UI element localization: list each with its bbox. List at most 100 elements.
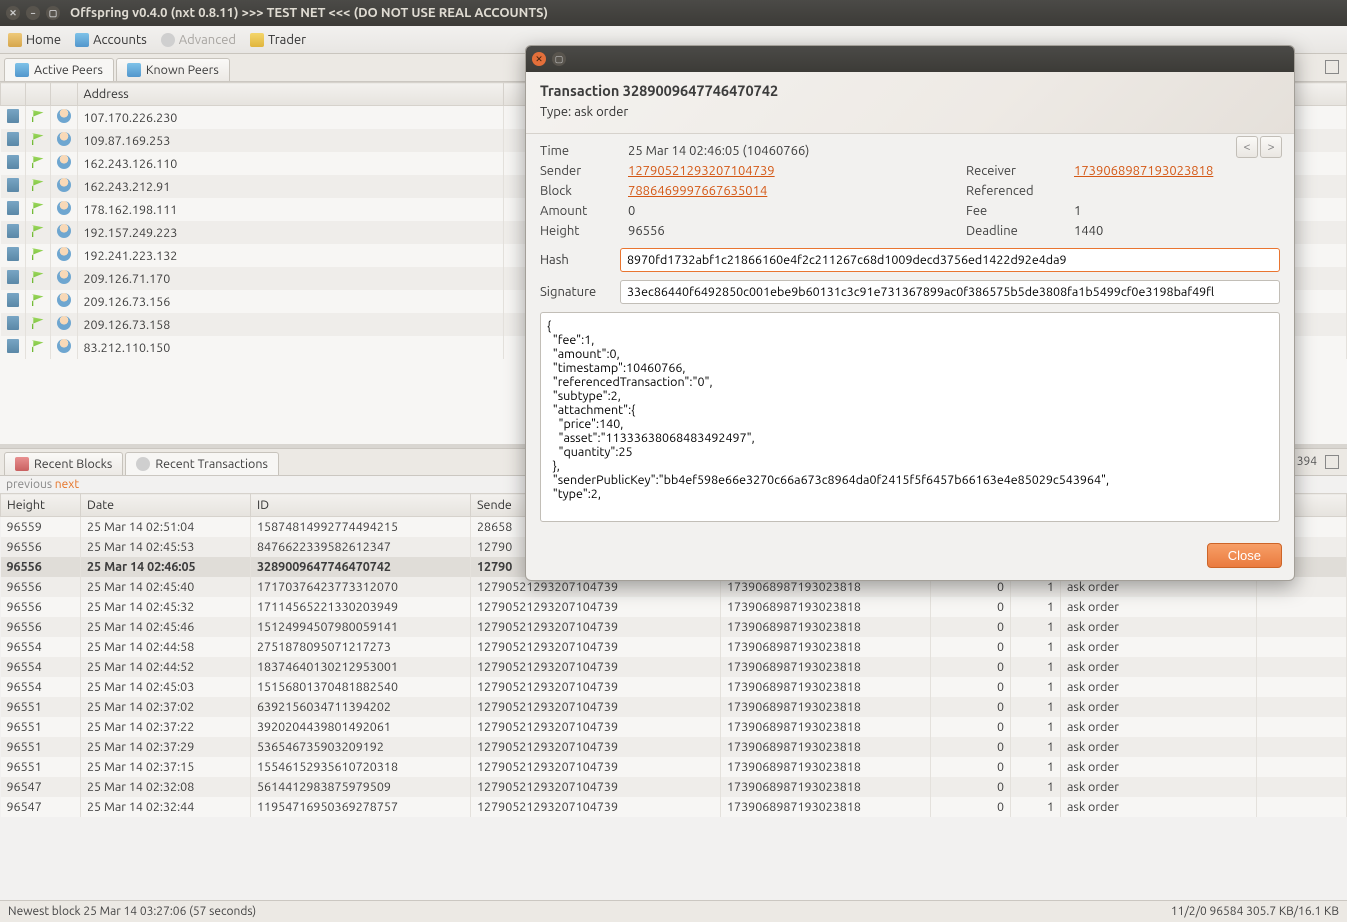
cell-address: 107.170.226.230 [77, 106, 504, 130]
cell-amount: 0 [931, 657, 1011, 677]
panel-detach-icon[interactable] [1325, 60, 1339, 74]
flag-icon[interactable] [32, 294, 44, 306]
pager-next[interactable]: next [55, 478, 79, 491]
cell-id: 15124994507980059141 [251, 617, 471, 637]
close-button[interactable]: Close [1207, 543, 1282, 568]
tab-active-peers[interactable]: Active Peers [4, 58, 114, 81]
label-hash: Hash [540, 253, 620, 267]
dialog-close-icon[interactable]: ✕ [532, 52, 546, 66]
flag-icon[interactable] [32, 202, 44, 214]
flag-icon[interactable] [32, 179, 44, 191]
delete-icon[interactable] [7, 178, 19, 192]
cell-date: 25 Mar 14 02:45:32 [81, 597, 251, 617]
tab-recent-transactions[interactable]: Recent Transactions [125, 452, 279, 475]
trader-button[interactable]: Trader [250, 33, 306, 47]
cell-date: 25 Mar 14 02:45:03 [81, 677, 251, 697]
cell-id: 18374640130212953001 [251, 657, 471, 677]
delete-icon[interactable] [7, 270, 19, 284]
cell-fee: 1 [1011, 637, 1061, 657]
delete-icon[interactable] [7, 109, 19, 123]
pager-previous[interactable]: previous [6, 478, 52, 491]
label-receiver: Receiver [966, 164, 1066, 178]
cell-date: 25 Mar 14 02:37:15 [81, 757, 251, 777]
cell-height: 96556 [1, 557, 81, 577]
col-address[interactable]: Address [77, 83, 504, 106]
table-row[interactable]: 96556 25 Mar 14 02:45:32 171145652213302… [1, 597, 1347, 617]
link-receiver[interactable]: 1739068987193023818 [1074, 164, 1213, 178]
col-date[interactable]: Date [81, 494, 251, 517]
cell-amount: 0 [931, 717, 1011, 737]
table-row[interactable]: 96547 25 Mar 14 02:32:44 119547169503692… [1, 797, 1347, 817]
value-time: 25 Mar 14 02:46:05 (10460766) [628, 144, 958, 158]
person-icon [57, 293, 71, 307]
cell-id: 17170376423773312070 [251, 577, 471, 597]
home-button[interactable]: Home [8, 33, 61, 47]
advanced-button[interactable]: Advanced [161, 33, 236, 47]
cell-height: 96551 [1, 697, 81, 717]
delete-icon[interactable] [7, 316, 19, 330]
window-maximize-icon[interactable]: ▢ [46, 6, 60, 20]
flag-icon[interactable] [32, 340, 44, 352]
tab-recent-blocks[interactable]: Recent Blocks [4, 452, 123, 475]
cell-id: 15546152935610720318 [251, 757, 471, 777]
json-textarea[interactable] [540, 312, 1280, 522]
cell-sender: 12790521293207104739 [471, 797, 721, 817]
table-row[interactable]: 96551 25 Mar 14 02:37:29 536546735903209… [1, 737, 1347, 757]
cell-receiver: 1739068987193023818 [721, 797, 931, 817]
cell-receiver: 1739068987193023818 [721, 597, 931, 617]
cell-sender: 12790521293207104739 [471, 777, 721, 797]
cell-date: 25 Mar 14 02:32:44 [81, 797, 251, 817]
table-row[interactable]: 96551 25 Mar 14 02:37:02 639215603471139… [1, 697, 1347, 717]
link-block[interactable]: 7886469997667635014 [628, 184, 767, 198]
cell-date: 25 Mar 14 02:44:58 [81, 637, 251, 657]
hash-input[interactable] [620, 248, 1280, 272]
flag-icon[interactable] [32, 156, 44, 168]
delete-icon[interactable] [7, 224, 19, 238]
signature-input[interactable] [620, 280, 1280, 304]
person-icon [57, 247, 71, 261]
cell-address: 192.157.249.223 [77, 221, 504, 244]
table-row[interactable]: 96554 25 Mar 14 02:44:58 275187809507121… [1, 637, 1347, 657]
dialog-maximize-icon[interactable]: ▢ [552, 52, 566, 66]
window-minimize-icon[interactable]: − [26, 6, 40, 20]
flag-icon[interactable] [32, 317, 44, 329]
flag-icon[interactable] [32, 225, 44, 237]
tab-known-peers[interactable]: Known Peers [116, 58, 230, 81]
flag-icon[interactable] [32, 110, 44, 122]
cell-address: 209.126.73.158 [77, 313, 504, 336]
dialog-subtitle: Type: ask order [540, 105, 1280, 119]
flag-icon[interactable] [32, 248, 44, 260]
cell-id: 536546735903209192 [251, 737, 471, 757]
cell-height: 96556 [1, 617, 81, 637]
table-row[interactable]: 96551 25 Mar 14 02:37:15 155461529356107… [1, 757, 1347, 777]
delete-icon[interactable] [7, 132, 19, 146]
flag-icon[interactable] [32, 133, 44, 145]
dialog-titlebar[interactable]: ✕ ▢ [526, 46, 1294, 72]
cell-fee: 1 [1011, 657, 1061, 677]
table-row[interactable]: 96547 25 Mar 14 02:32:08 561441298387597… [1, 777, 1347, 797]
table-row[interactable]: 96556 25 Mar 14 02:45:46 151249945079800… [1, 617, 1347, 637]
person-icon [57, 270, 71, 284]
table-row[interactable]: 96554 25 Mar 14 02:45:03 151568013704818… [1, 677, 1347, 697]
cell-fee: 1 [1011, 717, 1061, 737]
delete-icon[interactable] [7, 155, 19, 169]
cell-receiver: 1739068987193023818 [721, 677, 931, 697]
panel-detach-icon[interactable] [1325, 455, 1339, 469]
flag-icon[interactable] [32, 271, 44, 283]
table-row[interactable]: 96554 25 Mar 14 02:44:52 183746401302129… [1, 657, 1347, 677]
delete-icon[interactable] [7, 293, 19, 307]
cell-amount: 0 [931, 777, 1011, 797]
cell-fee: 1 [1011, 737, 1061, 757]
delete-icon[interactable] [7, 201, 19, 215]
col-height[interactable]: Height [1, 494, 81, 517]
table-row[interactable]: 96551 25 Mar 14 02:37:22 392020443980149… [1, 717, 1347, 737]
dialog-prev-button[interactable]: < [1236, 136, 1258, 158]
delete-icon[interactable] [7, 339, 19, 353]
col-id[interactable]: ID [251, 494, 471, 517]
dialog-next-button[interactable]: > [1260, 136, 1282, 158]
accounts-button[interactable]: Accounts [75, 33, 147, 47]
delete-icon[interactable] [7, 247, 19, 261]
window-close-icon[interactable]: ✕ [6, 6, 20, 20]
link-sender[interactable]: 12790521293207104739 [628, 164, 775, 178]
label-amount: Amount [540, 204, 620, 218]
